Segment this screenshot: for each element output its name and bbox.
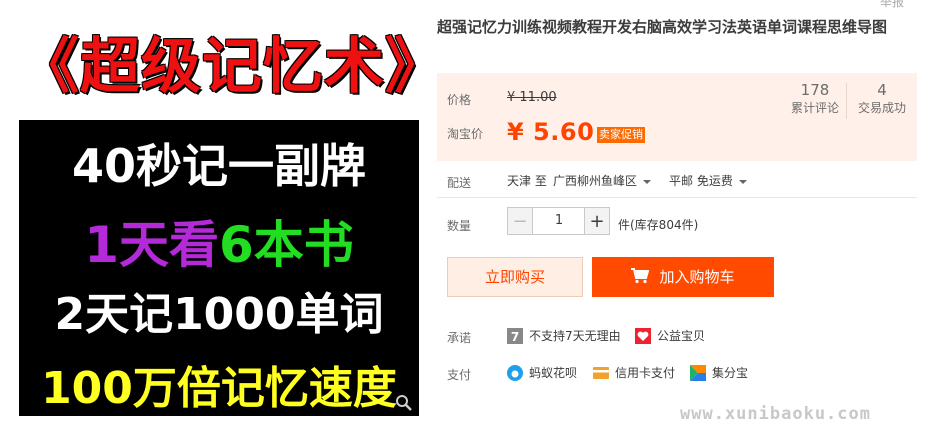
quantity-increase-button[interactable]: + [584, 207, 610, 235]
credit-card-text: 信用卡支付 [615, 366, 676, 380]
buy-now-button[interactable]: 立即购买 [447, 257, 583, 297]
original-price: ¥ 11.00 [507, 90, 557, 105]
shipping-destination-text: 广西柳州鱼峰区 [553, 174, 638, 188]
promise-label: 承诺 [447, 331, 472, 345]
shipping-from: 天津 至 [507, 174, 547, 188]
stock-info: 件(库存804件) [618, 218, 699, 232]
payment-credit-card[interactable]: 信用卡支付 [593, 364, 675, 381]
shipping-method[interactable]: 平邮 免运费 [669, 172, 747, 189]
shipping-destination[interactable]: 广西柳州鱼峰区 [553, 172, 652, 189]
watermark: www.xunibaoku.com [680, 404, 871, 424]
reviews-stat[interactable]: 178 累计评论 [780, 81, 850, 117]
no-7day-return-icon: 7 [507, 327, 523, 344]
payment-label: 支付 [447, 368, 472, 382]
image-line-3: 2天记1000单词 [54, 289, 384, 340]
charity-service[interactable]: 公益宝贝 [635, 327, 705, 344]
huabei-icon [507, 364, 523, 381]
huabei-text: 蚂蚁花呗 [529, 366, 578, 380]
price-panel: 价格 ¥ 11.00 淘宝价 ¥ 5.60 卖家促销 178 累计评论 4 交易… [437, 73, 917, 161]
no-return-text: 不支持7天无理由 [529, 329, 621, 343]
chevron-down-icon [643, 179, 652, 184]
charity-heart-icon [635, 327, 651, 344]
product-image[interactable]: 《超级记忆术》 40秒记一副牌 1天看6本书 2天记1000单词 100万倍记忆… [19, 20, 419, 416]
image-line-4: 100万倍记忆速度 [41, 363, 397, 414]
divider [437, 197, 917, 198]
credit-card-icon [593, 366, 609, 379]
charity-text: 公益宝贝 [657, 329, 706, 343]
reviews-count: 178 [800, 81, 830, 99]
product-title: 超强记忆力训练视频教程开发右脑高效学习法英语单词课程思维导图 [437, 18, 888, 36]
promo-price: ¥ 5.60 [507, 118, 595, 146]
payment-jifenbao[interactable]: 集分宝 [690, 364, 748, 381]
chevron-down-icon [738, 179, 747, 184]
add-to-cart-label: 加入购物车 [659, 268, 735, 286]
quantity-label: 数量 [447, 219, 472, 233]
image-title: 《超级记忆术》 [19, 32, 419, 102]
report-link[interactable]: 举报 [880, 0, 904, 10]
shipping-label: 配送 [447, 176, 472, 190]
quantity-input[interactable]: 1 [533, 207, 585, 235]
image-line-1: 40秒记一副牌 [71, 139, 366, 193]
cart-icon [631, 268, 650, 284]
promo-tag[interactable]: 卖家促销 [597, 127, 645, 143]
jifenbao-text: 集分宝 [712, 366, 749, 380]
quantity-decrease-button[interactable]: − [507, 207, 533, 235]
jifenbao-icon [690, 364, 706, 381]
price-label: 价格 [447, 93, 472, 107]
sales-label: 交易成功 [857, 101, 906, 115]
zoom-icon[interactable] [395, 394, 413, 412]
payment-huabei[interactable]: 蚂蚁花呗 [507, 364, 577, 381]
promo-price-label: 淘宝价 [447, 127, 484, 141]
shipping-method-text: 平邮 免运费 [669, 174, 733, 188]
sales-stat: 4 交易成功 [847, 81, 917, 117]
image-line-2: 1天看6本书 [19, 205, 419, 277]
no-return-service[interactable]: 7 不支持7天无理由 [507, 327, 621, 344]
add-to-cart-button[interactable]: 加入购物车 [592, 257, 774, 297]
sales-count: 4 [877, 81, 887, 99]
reviews-label: 累计评论 [790, 101, 839, 115]
svg-text:7: 7 [511, 330, 519, 344]
image-line-2a: 1天看 [84, 216, 219, 274]
image-line-2b: 6本书 [219, 216, 354, 274]
